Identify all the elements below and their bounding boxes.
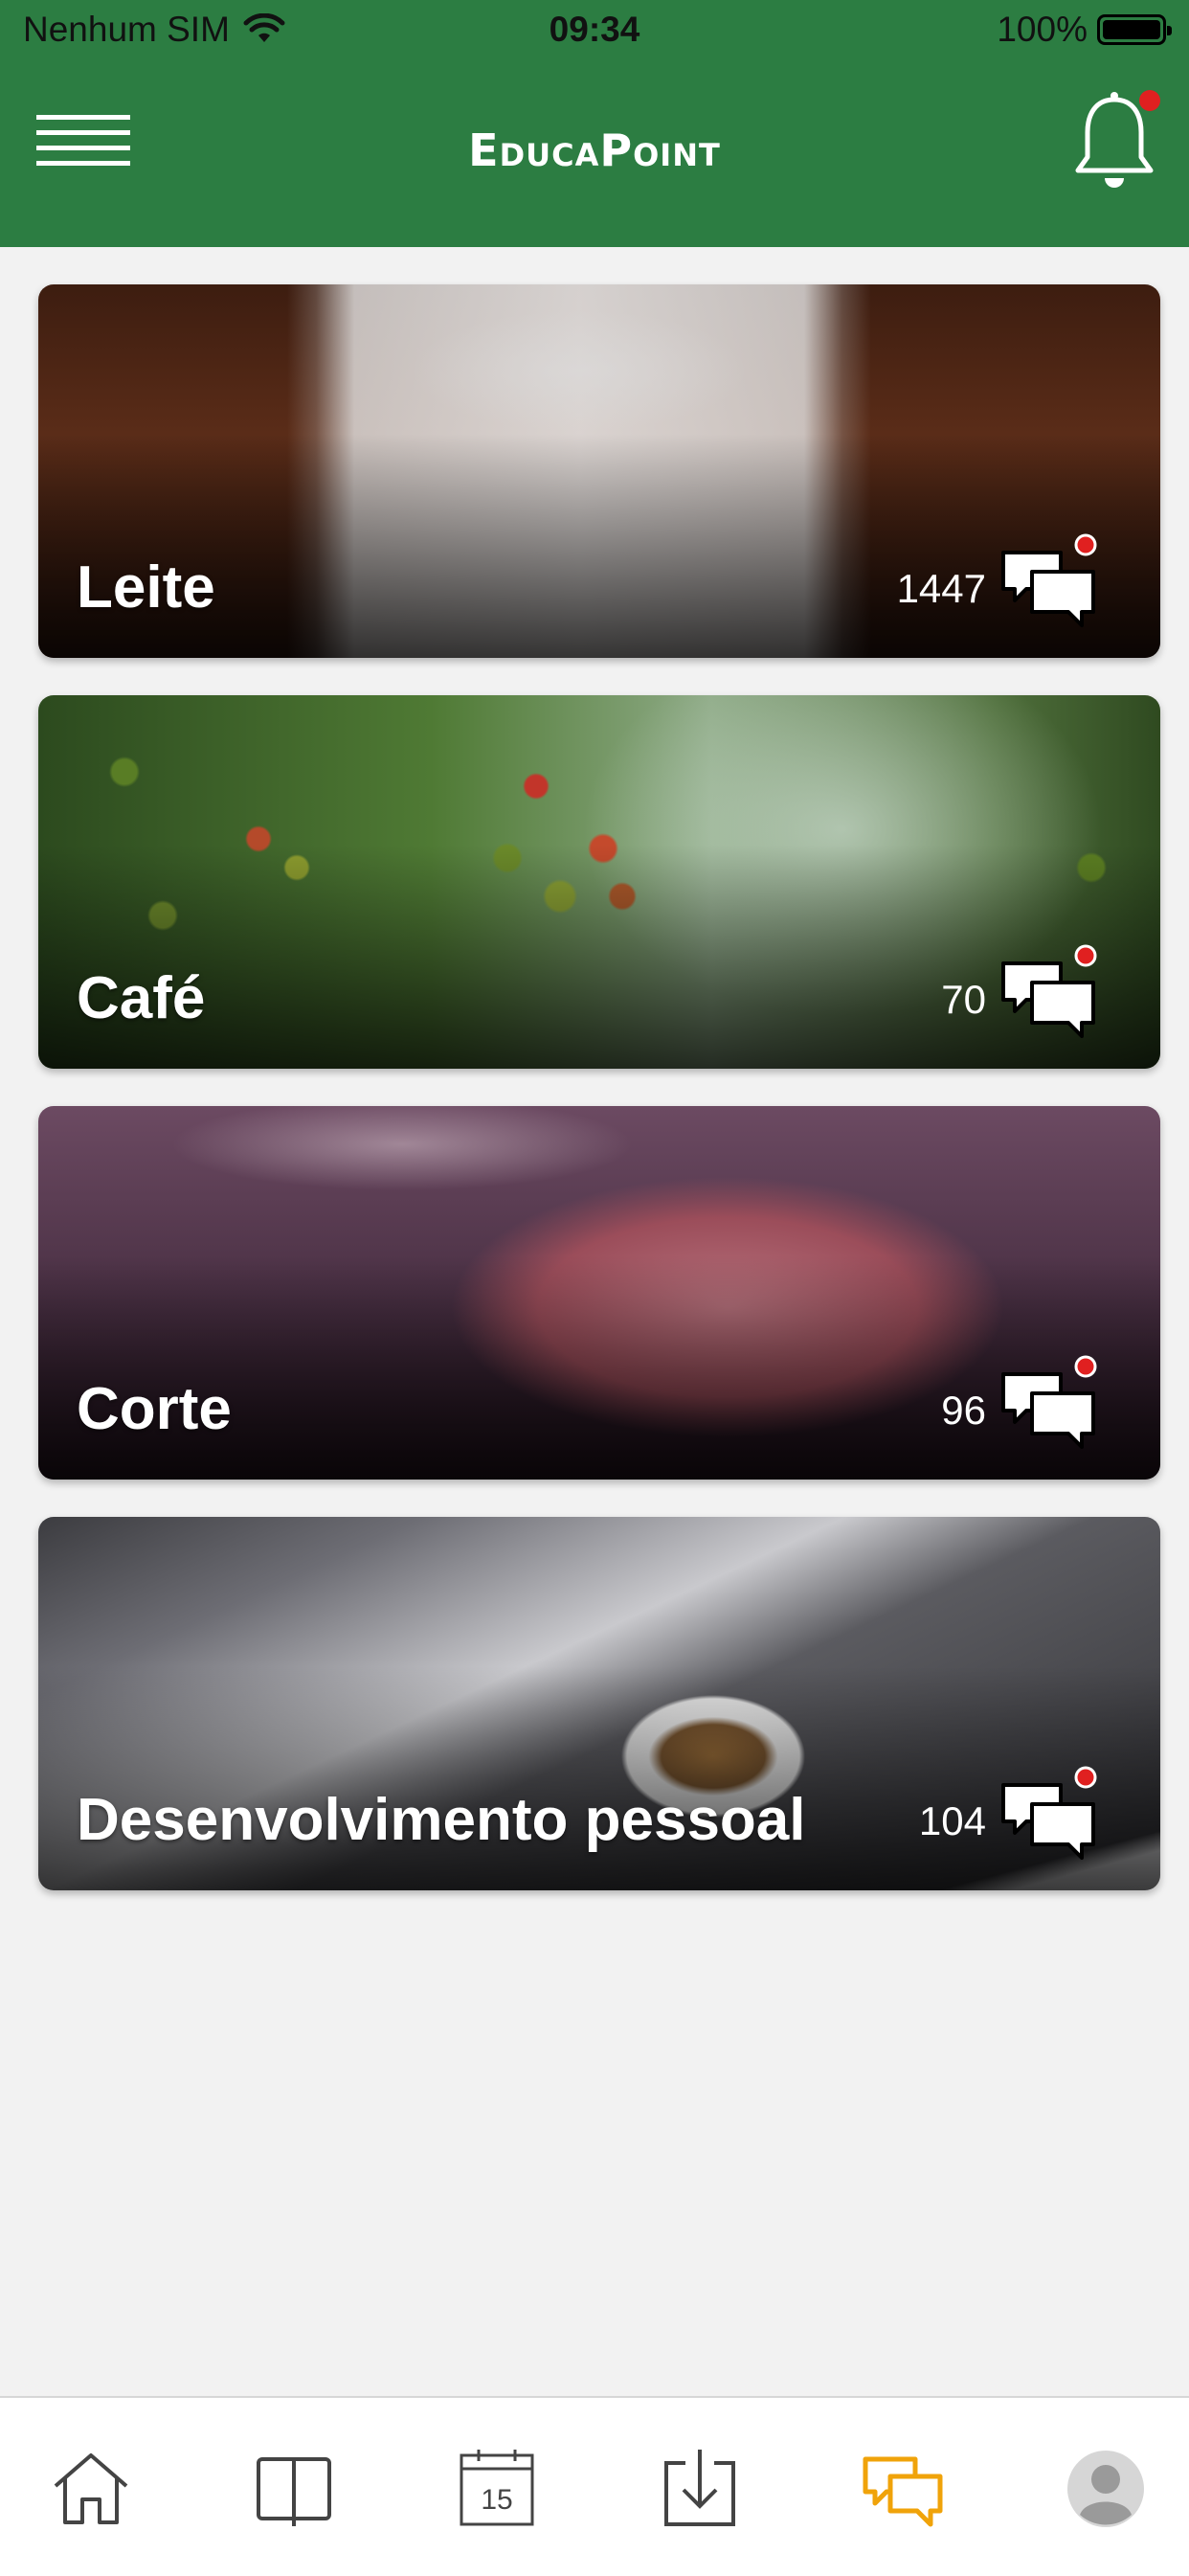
download-icon[interactable] [657,2446,743,2532]
card-title: Desenvolvimento pessoal [77,1787,806,1853]
battery-icon [1097,14,1172,45]
battery-percent: 100% [997,10,1088,49]
chat-icon[interactable] [998,944,1103,1050]
category-card-corte[interactable]: Corte 96 [38,1106,1160,1480]
card-count: 1447 [896,566,986,611]
notifications-button[interactable] [1066,88,1162,199]
forum-icon[interactable] [860,2446,946,2532]
category-card-leite[interactable]: Leite 1447 [38,284,1160,658]
calendar-icon[interactable]: 15 [454,2446,540,2532]
notification-badge [1139,90,1160,111]
status-bar: Nenhum SIM 09:34 100% [0,0,1189,59]
bottom-tab-bar: 15 [0,2396,1189,2576]
chat-icon[interactable] [998,533,1103,639]
chat-icon[interactable] [998,1766,1103,1871]
card-title: Leite [77,554,215,621]
card-count: 96 [941,1388,986,1433]
card-title: Corte [77,1376,232,1442]
home-icon[interactable] [48,2446,134,2532]
category-card-desenvolvimento[interactable]: Desenvolvimento pessoal 104 [38,1517,1160,1890]
card-shade [38,695,1160,1069]
card-title: Café [77,965,206,1031]
category-list: Leite 1447 Café 70 Corte 96 Desenvolvime… [38,284,1160,1928]
chat-icon[interactable] [998,1355,1103,1460]
profile-icon[interactable] [1063,2446,1149,2532]
card-count: 70 [941,977,986,1022]
category-card-cafe[interactable]: Café 70 [38,695,1160,1069]
menu-icon [36,115,130,120]
app-logo: EducaPoint [468,124,721,176]
calendar-day: 15 [481,2484,512,2516]
battery-group: 100% [997,10,1172,50]
card-count: 104 [918,1798,986,1843]
app-header: Nenhum SIM 09:34 100% EducaPoint [0,0,1189,247]
book-icon[interactable] [251,2446,337,2532]
